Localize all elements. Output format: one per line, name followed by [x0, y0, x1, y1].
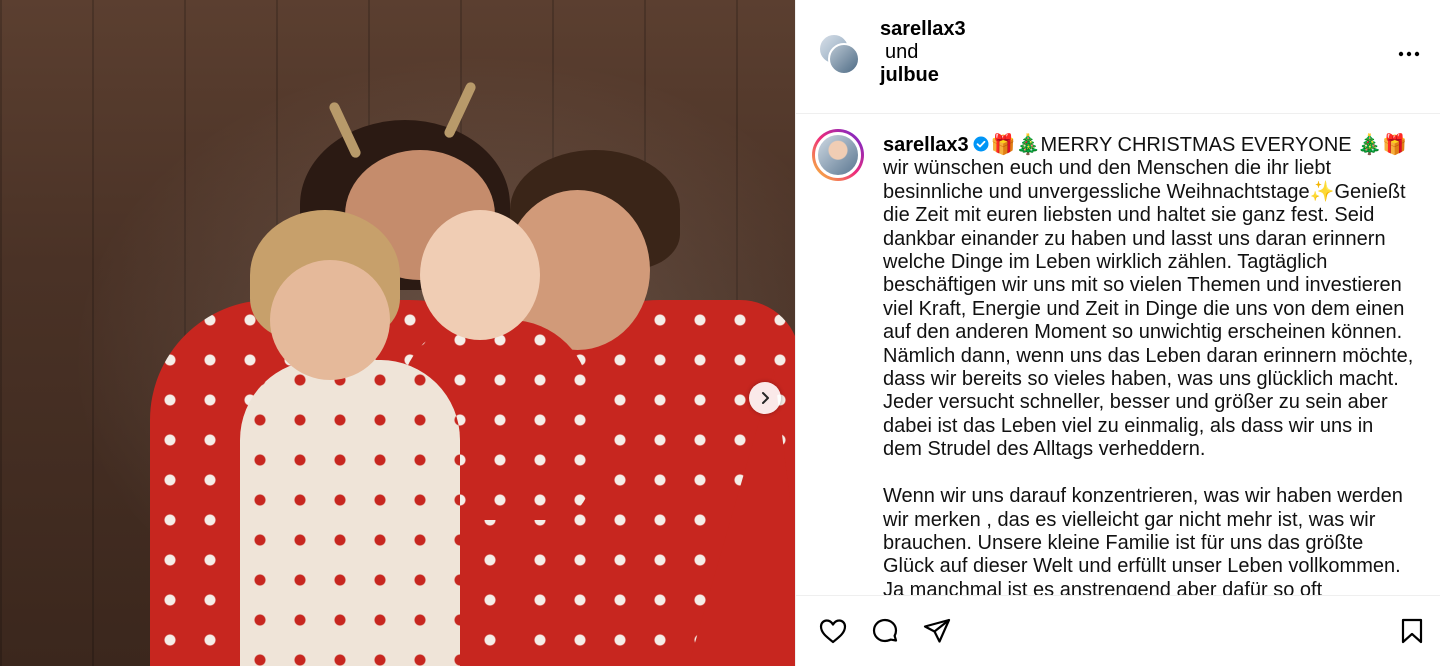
more-horizontal-icon	[1398, 51, 1420, 57]
caption-text: 🎁🎄MERRY CHRISTMAS EVERYONE 🎄🎁 wir wünsch…	[883, 134, 1414, 595]
next-media-button[interactable]	[749, 382, 781, 414]
photo-baby-face	[420, 210, 540, 340]
avatar-julbue	[828, 43, 860, 75]
post-media	[0, 0, 795, 666]
save-button[interactable]	[1395, 614, 1429, 648]
username-link-2[interactable]: julbue	[880, 64, 966, 87]
caption-avatar[interactable]	[812, 129, 864, 181]
share-button[interactable]	[920, 614, 954, 648]
more-options-button[interactable]	[1395, 40, 1423, 68]
chevron-right-icon	[762, 392, 769, 404]
caption-body: sarellax3 🎁🎄MERRY CHRISTMAS EVERYONE 🎄🎁 w…	[883, 134, 1415, 595]
post-sidebar: sarellax3 und julbue sarellax3 🎁🎄MERRY CH…	[795, 0, 1440, 666]
username-link-1[interactable]: sarellax3	[880, 18, 966, 41]
photo-boy-face	[270, 260, 390, 380]
photo-boy-sweater	[240, 360, 460, 666]
bookmark-icon	[1401, 618, 1423, 644]
action-bar	[796, 595, 1440, 666]
paper-plane-icon	[923, 618, 951, 643]
caption-username[interactable]: sarellax3	[883, 134, 969, 156]
comment-button[interactable]	[868, 614, 902, 648]
comment-icon	[872, 618, 898, 643]
collab-names: sarellax3 und julbue	[880, 18, 966, 87]
avatar-image	[815, 132, 861, 178]
post-header: sarellax3 und julbue	[796, 0, 1440, 114]
caption-section: sarellax3 🎁🎄MERRY CHRISTMAS EVERYONE 🎄🎁 w…	[796, 115, 1440, 595]
like-button[interactable]	[816, 614, 850, 648]
verified-badge-icon	[973, 136, 989, 152]
heart-icon	[819, 619, 847, 644]
collab-connector: und	[885, 41, 919, 63]
collab-avatars[interactable]	[818, 33, 862, 77]
